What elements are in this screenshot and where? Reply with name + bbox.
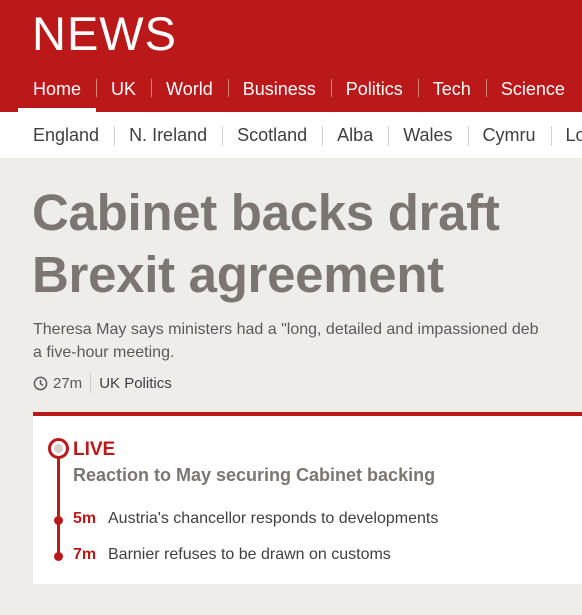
news-logo[interactable]: NEWS: [32, 8, 177, 60]
nav-item-business[interactable]: Business: [227, 66, 331, 112]
sub-nav-n-ireland[interactable]: N. Ireland: [114, 125, 222, 146]
masthead: NEWS Home UK World Business Politics Tec…: [0, 0, 582, 112]
sub-nav-alba[interactable]: Alba: [322, 125, 388, 146]
article-summary: Theresa May says ministers had a "long, …: [33, 318, 582, 364]
nav-item-home[interactable]: Home: [18, 66, 97, 112]
live-update[interactable]: 5m Austria's chancellor responds to deve…: [73, 510, 438, 528]
live-panel: LIVE Reaction to May securing Cabinet ba…: [33, 412, 582, 584]
article-meta: 27m UK Politics: [33, 371, 172, 395]
nav-item-tech[interactable]: Tech: [417, 66, 486, 112]
summary-line-1: Theresa May says ministers had a "long, …: [33, 321, 539, 338]
live-indicator-icon: [48, 438, 69, 459]
live-update[interactable]: 7m Barnier refuses to be drawn on custom…: [73, 546, 391, 564]
update-text: Austria's chancellor responds to develop…: [108, 510, 439, 527]
timeline-dot-icon: [54, 552, 63, 561]
live-label: LIVE: [73, 439, 116, 460]
primary-nav: Home UK World Business Politics Tech Sci…: [18, 66, 580, 112]
sub-nav-england[interactable]: England: [18, 125, 114, 146]
nav-item-world[interactable]: World: [151, 66, 228, 112]
summary-line-2: a five-hour meeting.: [33, 344, 175, 361]
sub-nav-scotland[interactable]: Scotland: [222, 125, 322, 146]
clock-icon: [33, 376, 48, 390]
timeline-line: [57, 448, 60, 556]
timeline-dot-icon: [54, 516, 63, 525]
timestamp: 27m: [33, 375, 90, 392]
nav-item-politics[interactable]: Politics: [330, 66, 418, 112]
update-time: 7m: [73, 546, 97, 563]
timestamp-text: 27m: [53, 374, 83, 392]
sub-nav-local[interactable]: Lo: [550, 125, 582, 146]
update-text: Barnier refuses to be drawn on customs: [108, 546, 391, 563]
article-headline[interactable]: Cabinet backs draft Brexit agreement: [32, 182, 582, 306]
sub-nav-wales[interactable]: Wales: [388, 125, 467, 146]
live-title[interactable]: Reaction to May securing Cabinet backing: [73, 465, 435, 486]
meta-divider: [90, 373, 92, 393]
nav-item-uk[interactable]: UK: [96, 66, 151, 112]
sub-nav-cymru[interactable]: Cymru: [467, 125, 551, 146]
section-link[interactable]: UK Politics: [99, 375, 172, 392]
secondary-nav: England N. Ireland Scotland Alba Wales C…: [0, 112, 582, 158]
update-time: 5m: [73, 510, 97, 527]
nav-item-science[interactable]: Science: [485, 66, 580, 112]
